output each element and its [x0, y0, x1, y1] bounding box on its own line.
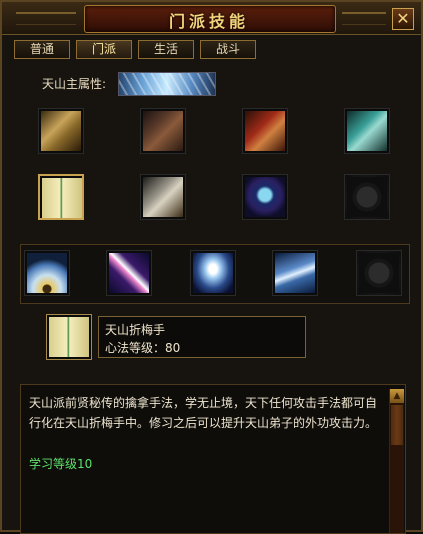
title-ornament-left: [16, 12, 76, 25]
fan-icon: [27, 253, 67, 293]
skill-slot-open-manual[interactable]: [38, 174, 84, 220]
empty-slot-icon: [347, 177, 387, 217]
skill-slot-fan[interactable]: [24, 250, 70, 296]
skill-slot-empty-1[interactable]: [344, 174, 390, 220]
skull-scroll-icon: [245, 177, 285, 217]
scroll-up-button[interactable]: ▲: [390, 389, 404, 403]
ghost-figure-icon: [193, 253, 233, 293]
description-scrollbar[interactable]: ▲: [389, 389, 404, 533]
skill-slot-pink-sword[interactable]: [106, 250, 152, 296]
skill-slot-empty-2[interactable]: [356, 250, 402, 296]
selected-skill-info: 天山折梅手 心法等级：80: [98, 316, 306, 358]
ice-crystal-icon: [118, 72, 216, 96]
skill-slot-red-tome[interactable]: [242, 108, 288, 154]
tab-life[interactable]: 生活: [138, 40, 194, 59]
scroll-bundle-icon: [41, 111, 81, 151]
skill-slot-dark-tome[interactable]: [140, 108, 186, 154]
grey-tome-icon: [143, 177, 183, 217]
title-bar: 门派技能 ✕: [2, 2, 421, 35]
scroll-thumb[interactable]: [391, 405, 403, 445]
skill-description-panel: 天山派前贤秘传的擒拿手法，学无止境，天下任何攻击手法都可自行化在天山折梅手中。修…: [20, 384, 406, 534]
skill-description: 天山派前贤秘传的擒拿手法，学无止境，天下任何攻击手法都可自行化在天山折梅手中。修…: [29, 396, 378, 430]
tab-battle[interactable]: 战斗: [200, 40, 256, 59]
open-manual-icon: [42, 178, 82, 218]
skill-slot-skull-scroll[interactable]: [242, 174, 288, 220]
tab-normal[interactable]: 普通: [14, 40, 70, 59]
skill-name: 天山折梅手: [105, 323, 166, 337]
pink-sword-icon: [109, 253, 149, 293]
teal-tome-icon: [347, 111, 387, 151]
skill-slot-grey-tome[interactable]: [140, 174, 186, 220]
skill-slot-ghost-figure[interactable]: [190, 250, 236, 296]
main-attribute-label: 天山主属性:: [42, 77, 107, 91]
window-title: 门派技能: [168, 12, 249, 31]
close-button[interactable]: ✕: [392, 8, 414, 30]
skill-slot-teal-tome[interactable]: [344, 108, 390, 154]
empty-slot-icon: [359, 253, 399, 293]
red-tome-icon: [245, 111, 285, 151]
tab-sect[interactable]: 门派: [76, 40, 132, 59]
white-hand-icon: [275, 253, 315, 293]
title-ornament-right: [342, 12, 386, 25]
skill-window: 门派技能 ✕ 普通 门派 生活 战斗 天山主属性: 天山折梅手 心法等级：80 …: [0, 0, 423, 534]
skill-slot-scroll-bundle[interactable]: [38, 108, 84, 154]
selected-skill-icon-frame: [46, 314, 92, 360]
learn-level: 学习等级10: [29, 457, 93, 471]
skill-level: 心法等级：80: [105, 341, 181, 355]
open-manual-icon: [49, 317, 89, 357]
dark-tome-icon: [143, 111, 183, 151]
skill-slot-white-hand[interactable]: [272, 250, 318, 296]
